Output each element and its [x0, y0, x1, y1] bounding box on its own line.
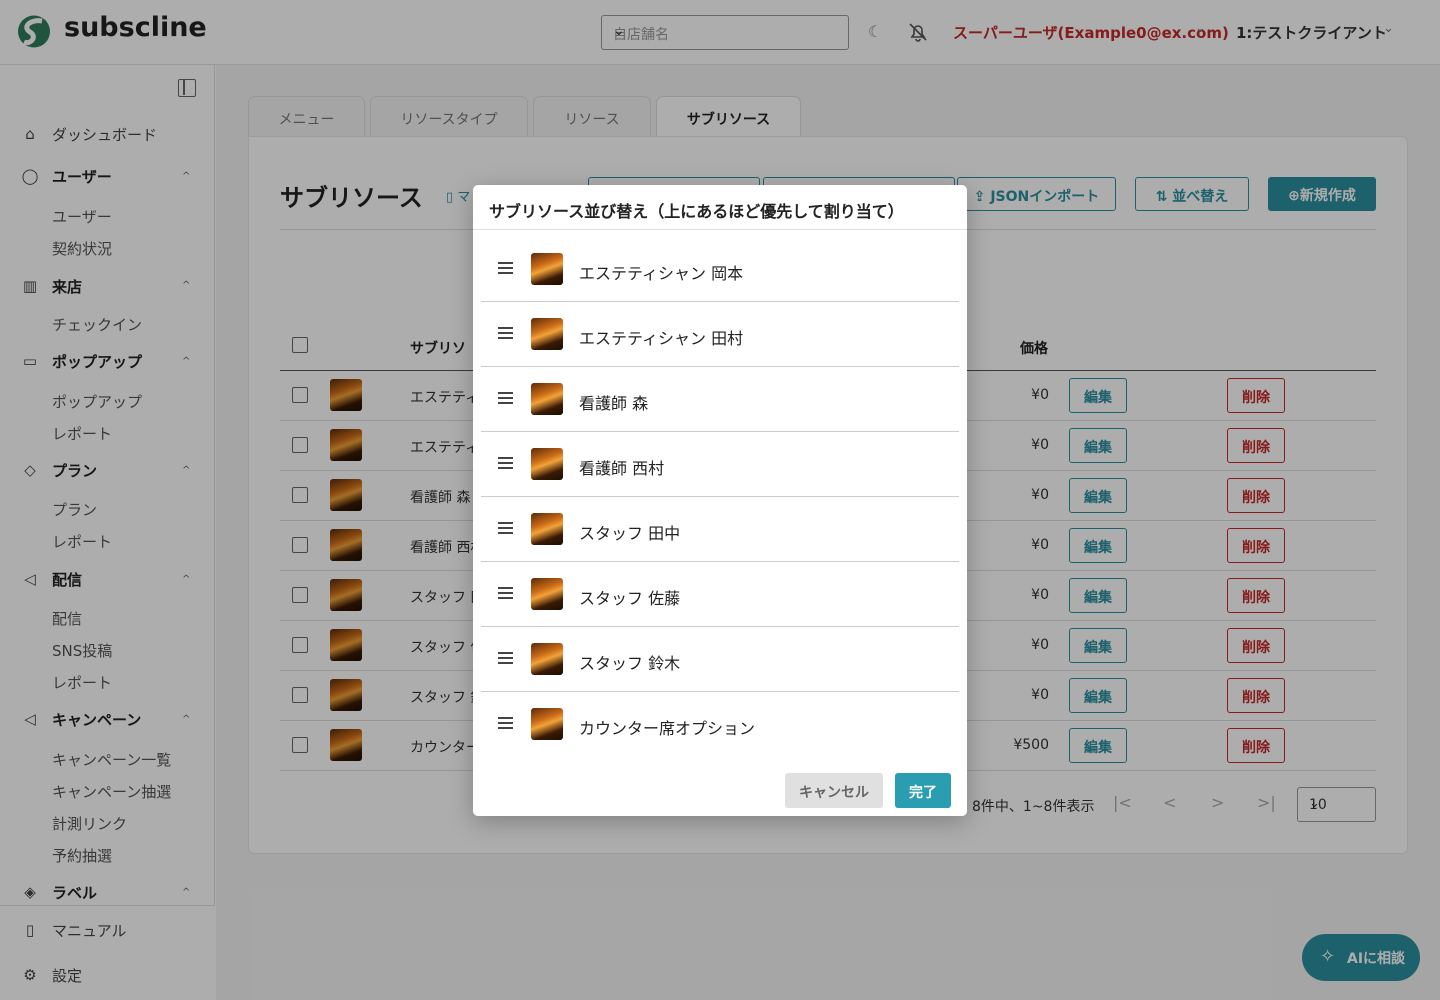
sortable-item[interactable]: 看護師 森: [481, 367, 959, 432]
item-name: エステティシャン 田村: [579, 329, 744, 348]
sortable-item[interactable]: エステティシャン 田村: [481, 302, 959, 367]
drag-handle-icon[interactable]: [498, 262, 513, 275]
divider: [473, 229, 967, 230]
sort-modal: サブリソース並び替え（上にあるほど優先して割り当て） エステティシャン 岡本 エ…: [473, 185, 967, 816]
item-name: 看護師 西村: [579, 459, 665, 478]
drag-handle-icon[interactable]: [498, 717, 513, 730]
drag-handle-icon[interactable]: [498, 457, 513, 470]
modal-title: サブリソース並び替え（上にあるほど優先して割り当て）: [489, 202, 904, 221]
item-thumbnail: [531, 643, 563, 675]
item-thumbnail: [531, 318, 563, 350]
item-name: 看護師 森: [579, 394, 649, 413]
sortable-item[interactable]: スタッフ 鈴木: [481, 627, 959, 692]
sortable-item[interactable]: 看護師 西村: [481, 432, 959, 497]
sortable-item[interactable]: スタッフ 佐藤: [481, 562, 959, 627]
sortable-item[interactable]: スタッフ 田中: [481, 497, 959, 562]
item-name: スタッフ 田中: [579, 524, 681, 543]
done-button[interactable]: 完了: [895, 773, 951, 808]
item-thumbnail: [531, 383, 563, 415]
item-name: スタッフ 鈴木: [579, 654, 681, 673]
drag-handle-icon[interactable]: [498, 522, 513, 535]
drag-handle-icon[interactable]: [498, 587, 513, 600]
item-thumbnail: [531, 578, 563, 610]
drag-handle-icon[interactable]: [498, 392, 513, 405]
sortable-item[interactable]: エステティシャン 岡本: [481, 237, 959, 302]
drag-handle-icon[interactable]: [498, 327, 513, 340]
item-thumbnail: [531, 708, 563, 740]
sortable-item[interactable]: カウンター席オプション: [481, 692, 959, 757]
item-name: スタッフ 佐藤: [579, 589, 681, 608]
cancel-button[interactable]: キャンセル: [785, 773, 883, 808]
modal-footer: キャンセル 完了: [473, 763, 967, 816]
item-thumbnail: [531, 513, 563, 545]
item-name: エステティシャン 岡本: [579, 264, 744, 283]
item-thumbnail: [531, 253, 563, 285]
drag-handle-icon[interactable]: [498, 652, 513, 665]
item-thumbnail: [531, 448, 563, 480]
item-name: カウンター席オプション: [579, 719, 756, 738]
